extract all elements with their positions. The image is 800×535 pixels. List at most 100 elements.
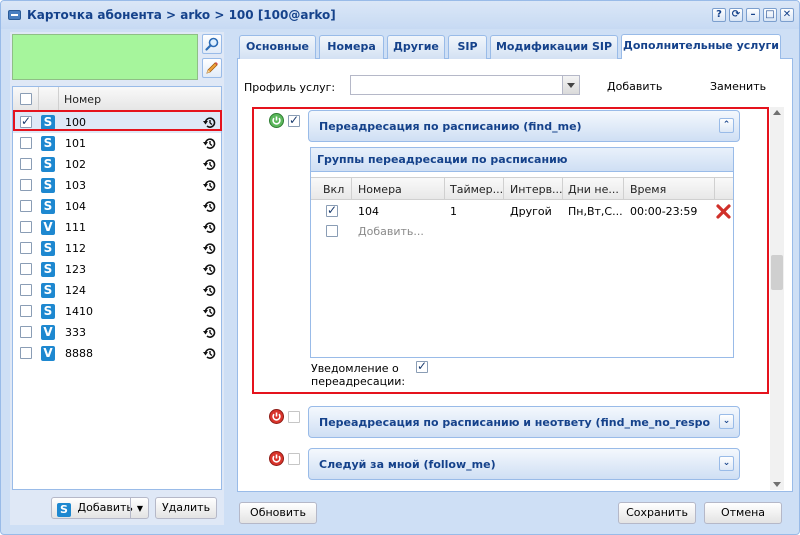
subscriber-info-box — [12, 34, 198, 80]
tab-sip-modifications[interactable]: Модификации SIP — [490, 35, 618, 59]
subscriber-card-window: Карточка абонента > arko > 100 [100@arko… — [0, 0, 800, 535]
save-button[interactable]: Сохранить — [618, 502, 696, 524]
find-me-no-response-header[interactable]: Переадресация по расписанию и неответу (… — [308, 406, 740, 438]
subscriber-number: 104 — [65, 200, 86, 213]
maximize-button[interactable]: □ — [763, 8, 777, 22]
tab-bar: Основные Номера Другие SIP Модификации S… — [237, 32, 793, 60]
list-item[interactable]: S 112 — [13, 238, 221, 259]
subscriber-number: 8888 — [65, 347, 93, 360]
subscriber-v-icon: V — [41, 325, 55, 340]
scroll-up-arrow-icon[interactable] — [773, 110, 781, 115]
history-icon[interactable] — [203, 284, 216, 297]
tab-main[interactable]: Основные — [239, 35, 316, 59]
app-icon — [8, 10, 21, 20]
row-checkbox[interactable] — [20, 284, 32, 296]
service-profile-combo[interactable] — [350, 75, 580, 95]
subscriber-list: Номер S100S101S102S103S104V111S112S123S1… — [12, 86, 222, 490]
tab-additional-services[interactable]: Дополнительные услуги — [621, 34, 781, 60]
history-icon[interactable] — [203, 263, 216, 276]
row-checkbox[interactable] — [20, 305, 32, 317]
row-checkbox[interactable] — [20, 158, 32, 170]
find-me-no-response-checkbox[interactable] — [288, 411, 300, 423]
tab-sip[interactable]: SIP — [448, 35, 487, 59]
follow-me-title: Следуй за мной (follow_me) — [319, 458, 496, 471]
add-subscriber-label: Добавить — [77, 501, 133, 514]
history-icon[interactable] — [203, 326, 216, 339]
services-scrollbar[interactable] — [770, 107, 784, 490]
history-icon[interactable] — [203, 305, 216, 318]
history-icon[interactable] — [203, 200, 216, 213]
history-icon[interactable] — [203, 347, 216, 360]
row-checkbox[interactable] — [20, 179, 32, 191]
subscriber-number: 103 — [65, 179, 86, 192]
list-item[interactable]: S 102 — [13, 154, 221, 175]
history-icon[interactable] — [203, 137, 216, 150]
window-title: Карточка абонента > arko > 100 [100@arko… — [27, 8, 336, 22]
list-header: Номер — [13, 87, 221, 111]
replace-profile-button[interactable]: Заменить — [710, 80, 766, 93]
title-bar: Карточка абонента > arko > 100 [100@arko… — [1, 1, 799, 29]
row-checkbox[interactable] — [20, 347, 32, 359]
list-item[interactable]: S 103 — [13, 175, 221, 196]
select-all-checkbox[interactable] — [20, 93, 32, 105]
scroll-down-arrow-icon[interactable] — [773, 482, 781, 487]
row-checkbox[interactable] — [20, 137, 32, 149]
history-icon[interactable] — [203, 221, 216, 234]
list-item[interactable]: S 123 — [13, 259, 221, 280]
subscriber-number: 1410 — [65, 305, 93, 318]
list-item[interactable]: S 101 — [13, 133, 221, 154]
subscriber-s-icon: S — [57, 503, 71, 517]
row-checkbox[interactable] — [20, 326, 32, 338]
subscriber-s-icon: S — [41, 304, 55, 319]
subscriber-s-icon: S — [41, 199, 55, 214]
row-checkbox[interactable] — [20, 263, 32, 275]
list-item[interactable]: V 333 — [13, 322, 221, 343]
find-me-highlight — [252, 107, 769, 394]
list-item[interactable]: V 111 — [13, 217, 221, 238]
refresh-window-button[interactable]: ⟳ — [729, 8, 743, 22]
tab-numbers[interactable]: Номера — [319, 35, 384, 59]
subscriber-number: 123 — [65, 263, 86, 276]
follow-me-checkbox[interactable] — [288, 453, 300, 465]
list-item[interactable]: S 1410 — [13, 301, 221, 322]
subscriber-s-icon: S — [41, 178, 55, 193]
expand-icon[interactable]: ⌄ — [719, 456, 734, 471]
power-off-icon[interactable] — [269, 409, 284, 424]
row-checkbox[interactable] — [20, 221, 32, 233]
row-checkbox[interactable] — [20, 242, 32, 254]
history-icon[interactable] — [203, 158, 216, 171]
edit-button[interactable] — [202, 58, 222, 78]
history-icon[interactable] — [203, 179, 216, 192]
find-me-no-response-title: Переадресация по расписанию и неответу (… — [319, 416, 711, 429]
list-item[interactable]: V 8888 — [13, 343, 221, 364]
subscriber-number: 102 — [65, 158, 86, 171]
subscriber-number: 101 — [65, 137, 86, 150]
combo-arrow-icon[interactable] — [562, 76, 579, 94]
magnifier-icon — [205, 37, 219, 51]
refresh-button[interactable]: Обновить — [239, 502, 317, 524]
subscriber-v-icon: V — [41, 346, 55, 361]
list-item[interactable]: S 124 — [13, 280, 221, 301]
follow-me-header[interactable]: Следуй за мной (follow_me) ⌄ — [308, 448, 740, 480]
history-icon[interactable] — [203, 242, 216, 255]
search-button[interactable] — [202, 34, 222, 54]
list-item[interactable]: S 104 — [13, 196, 221, 217]
subscriber-s-icon: S — [41, 136, 55, 151]
subscriber-s-icon: S — [41, 262, 55, 277]
delete-subscriber-button[interactable]: Удалить — [155, 497, 217, 519]
row-checkbox[interactable] — [20, 200, 32, 212]
power-off-icon[interactable] — [269, 451, 284, 466]
tab-other[interactable]: Другие — [387, 35, 445, 59]
add-profile-button[interactable]: Добавить — [607, 80, 662, 93]
subscriber-number: 111 — [65, 221, 86, 234]
scroll-thumb[interactable] — [771, 255, 783, 290]
cancel-button[interactable]: Отмена — [704, 502, 782, 524]
add-subscriber-button[interactable]: S Добавить ▼ — [51, 497, 149, 519]
minimize-button[interactable]: – — [746, 8, 760, 22]
help-button[interactable]: ? — [712, 8, 726, 22]
close-button[interactable]: ✕ — [780, 8, 794, 22]
selected-row-highlight — [13, 110, 222, 131]
expand-icon[interactable]: ⌄ — [719, 414, 734, 429]
number-column-header[interactable]: Номер — [64, 93, 101, 106]
dropdown-arrow-icon[interactable]: ▼ — [137, 499, 143, 519]
